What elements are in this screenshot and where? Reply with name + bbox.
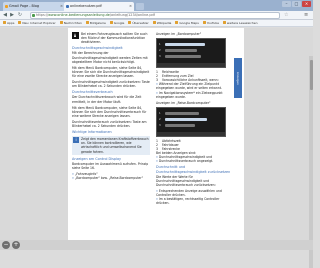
display-screenshot: 1 2 3: [156, 38, 226, 69]
info-text: Zeigt den momentanen Kraftstoffverbrauch…: [81, 137, 149, 154]
bookmark-item[interactable]: Bildgalerie: [85, 20, 106, 26]
callout-number: 3: [159, 123, 161, 127]
url-path: /anleitung/1234/online.pdf: [109, 13, 155, 17]
section-heading: Durchschnitt und Durchschnittsgeschwindi…: [156, 165, 231, 174]
back-icon[interactable]: ◀: [2, 12, 8, 18]
info-box: i Zeigt den momentanen Kraftstoffverbrau…: [72, 136, 150, 155]
close-window-button[interactable]: ×: [302, 1, 311, 7]
bookmark-star-icon[interactable]: ☆: [284, 12, 288, 18]
tab-favicon-icon: [66, 5, 69, 8]
screen-row: [165, 43, 205, 47]
paragraph: Durchschnittsverbrauch zurücksetzen: Tas…: [72, 119, 147, 128]
paragraph: Durchschnittsgeschwindigkeit zurücksetze…: [72, 80, 150, 89]
figure-caption: Anzeigen im „Bordcomputer": [156, 32, 202, 36]
callout-number: 2: [159, 117, 161, 121]
section-heading: Durchschnittsverbrauch: [72, 90, 113, 95]
screen-status-bar: [157, 63, 225, 68]
tab-favicon-icon: [5, 5, 8, 8]
bullet-item: Durchschnittsverbrauch angezeigt.: [156, 159, 231, 163]
section-heading: Durchschnittsgeschwindigkeit: [72, 46, 123, 51]
legend-list: 1 Abfahrtszeit 2 Fahrtdauer 3 Fahrstrecke: [156, 139, 231, 151]
minimize-button[interactable]: –: [282, 1, 291, 7]
left-column: Bei einem Fahrzeugtausch sollten Sie auc…: [72, 32, 150, 180]
bookmark-item[interactable]: Google: [109, 20, 124, 26]
callout-number: 1: [159, 43, 161, 47]
warning-text: Bei einem Fahrzeugtausch sollten Sie auc…: [81, 32, 148, 45]
maximize-button[interactable]: □: [292, 1, 301, 7]
bookmarks-bar: Apps Neu: Internet Explorer Nachrichten …: [0, 20, 313, 27]
tab-close-icon[interactable]: ×: [60, 2, 63, 11]
screen-row: [165, 117, 207, 121]
url-scheme: https://: [36, 13, 49, 17]
tab-1[interactable]: Gmail Page - Blog ×: [3, 2, 65, 11]
info-icon: i: [73, 137, 79, 144]
url-host: www.online-bedienungsanleitung.de: [48, 13, 110, 17]
callout-number: 1: [159, 111, 161, 115]
bullet-item: Im a bestätigen, rechtsseitig Controller…: [156, 197, 231, 205]
bookmark-item[interactable]: Übersetzer: [128, 20, 149, 26]
window-controls: – □ ×: [282, 1, 311, 8]
paragraph: Die Werte der Werte für Durchschnittsges…: [156, 174, 216, 187]
paragraph: Mit dem Menü Bordcomputer, siehe Seite 8…: [72, 105, 147, 118]
tab-2-active[interactable]: onlinebenutzer.pdf ×: [64, 2, 134, 11]
screen-row: [165, 55, 201, 59]
screen-row: [165, 111, 199, 115]
bookmark-item[interactable]: Google Maps: [175, 20, 199, 26]
pdf-viewer: Bei einem Fahrzeugtausch sollten Sie auc…: [0, 28, 313, 268]
new-tab-button[interactable]: [136, 3, 144, 10]
paragraph: Mit dem Menü Bordcomputer, siehe Seite 8…: [72, 65, 150, 78]
zoom-in-button[interactable]: +: [12, 241, 20, 249]
reload-icon[interactable]: ↻: [17, 12, 23, 18]
bookmark-item[interactable]: weitere Lesezeichen: [222, 20, 257, 26]
screen-status-bar: [157, 131, 225, 136]
right-column: Anzeigen im „Bordcomputer" 1 2 3 1 Reichw…: [156, 32, 231, 205]
legend-list: 1 Reichweite 2 Entfernung zum Ziel 3 Voraus…: [156, 70, 231, 82]
scrollbar-thumb[interactable]: [309, 60, 313, 90]
screen-row: [165, 123, 195, 127]
viewer-toolbar: − +: [0, 240, 313, 250]
bullet-item: Entsprechenden Anzeige auswählen und Con…: [156, 189, 231, 197]
display-screenshot: 1 2 3: [156, 106, 226, 137]
zoom-out-button[interactable]: −: [2, 241, 10, 249]
callout-number: 2: [159, 49, 161, 53]
menu-icon[interactable]: ≡: [304, 12, 308, 18]
chapter-tab: Anzeigen: [234, 58, 242, 98]
tab-label: Gmail Page - Blog: [9, 4, 40, 8]
bullet-item: „Bordcomputer" bzw. „Reise-Bordcomputer": [72, 176, 150, 180]
warning-icon: [72, 32, 79, 39]
bookmark-item[interactable]: YouTube: [202, 20, 219, 26]
forward-icon[interactable]: ▶: [9, 12, 15, 18]
figure-caption: Anzeigen im „Reise-Bordcomputer": [156, 100, 211, 105]
callout-number: 3: [159, 55, 161, 59]
tab-close-icon[interactable]: ×: [129, 2, 132, 11]
bookmark-item[interactable]: Neu: Internet Explorer: [18, 20, 56, 26]
warning-block: Bei einem Fahrzeugtausch sollten Sie auc…: [72, 32, 150, 44]
toolbar: ◀ ▶ ↻ https://www.online-bedienungsanlei…: [0, 11, 313, 20]
paragraph: Bordcomputer im Auswahlmenü aufrufen. Pr…: [72, 161, 149, 170]
lock-icon: [32, 14, 35, 17]
pdf-page: Bei einem Fahrzeugtausch sollten Sie auc…: [68, 28, 244, 250]
paragraph: Mit der Berechnung der Durchschnittsgesc…: [72, 51, 148, 64]
address-bar[interactable]: https://www.online-bedienungsanleitung.d…: [30, 12, 280, 19]
bookmark-item[interactable]: Apps: [3, 20, 14, 26]
bookmark-item[interactable]: Nachrichten: [59, 20, 82, 26]
tab-strip: Gmail Page - Blog × onlinebenutzer.pdf ×…: [0, 0, 313, 11]
screen-row: [165, 49, 197, 53]
section-heading: Wichtige Informationen: [72, 130, 112, 135]
paragraph: Der Durchschnittsverbrauch wird für die …: [72, 95, 142, 104]
bookmark-item[interactable]: Wikipedia: [152, 20, 171, 26]
vertical-scrollbar[interactable]: [309, 56, 313, 268]
bullet-item: Im Navigationssystem* ein Zielwegpunkt e…: [156, 91, 231, 99]
section-heading: Anzeigen am Control Display: [72, 156, 122, 161]
bullet-item: Während der Zielführung ein Zielpunkt ei…: [156, 82, 231, 90]
tab-label: onlinebenutzer.pdf: [70, 4, 102, 8]
